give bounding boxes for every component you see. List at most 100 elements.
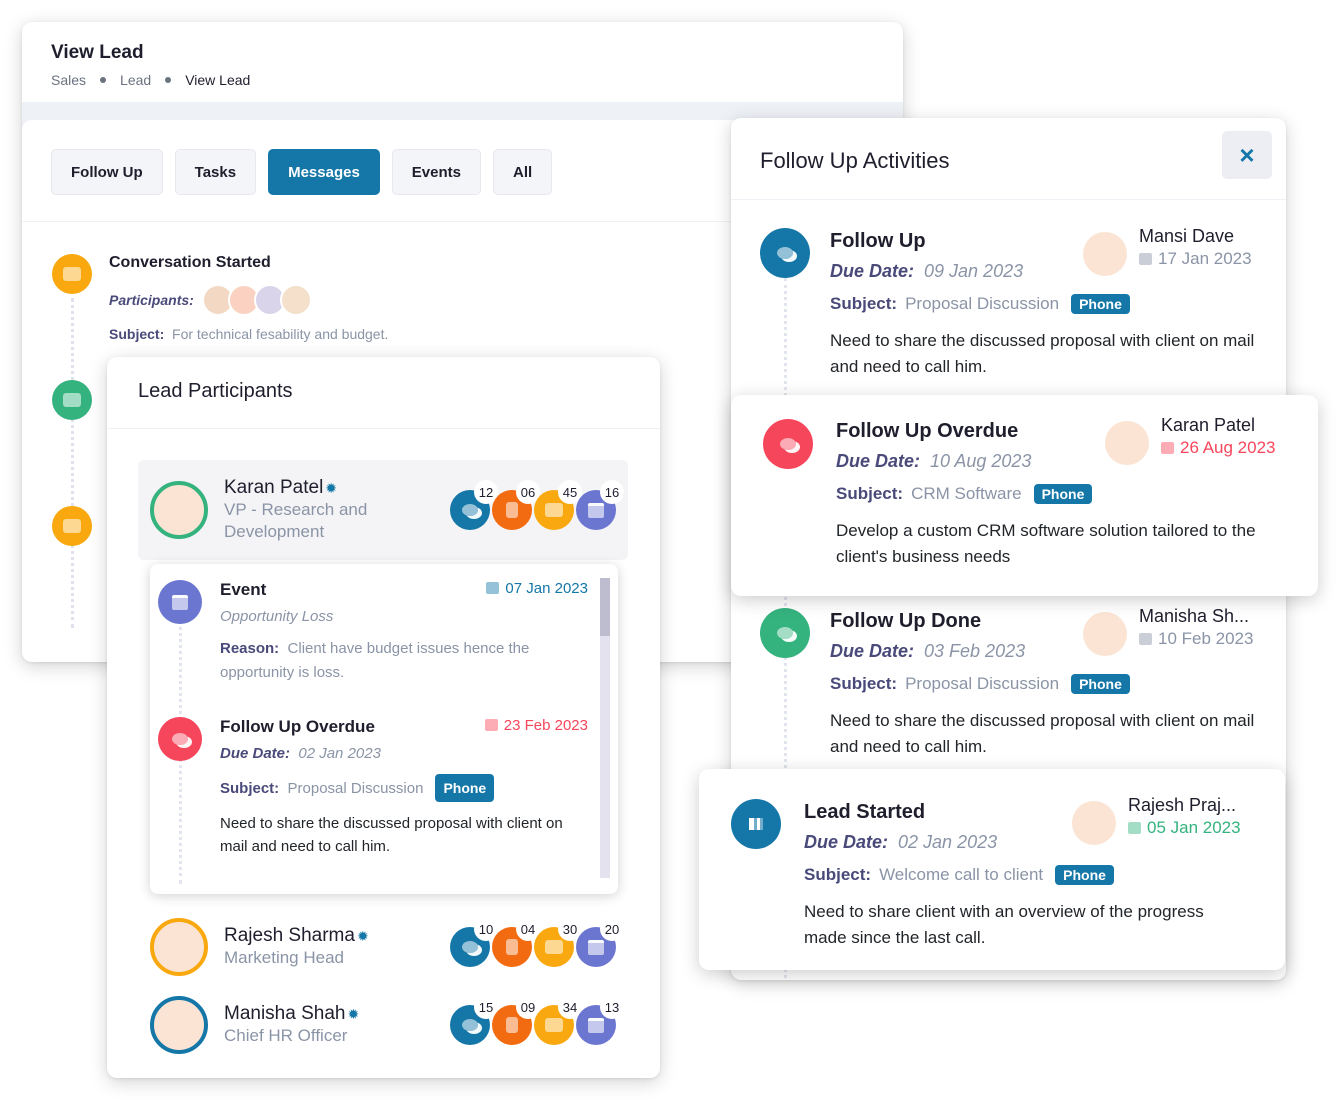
avatar [1072,801,1116,845]
close-button[interactable]: × [1222,131,1272,179]
chats-stat[interactable]: 30 [534,917,582,967]
event-date: 07 Jan 2023 [505,580,588,597]
due-date-label: Due Date: [830,641,915,661]
assignee-name: Manisha Sh... [1139,606,1250,626]
gear-icon[interactable]: ✹ [347,1006,359,1023]
close-icon: × [1239,139,1255,170]
subject-label: Subject: [830,674,898,693]
tab-messages[interactable]: Messages [268,149,380,195]
avatar [1083,612,1127,656]
chats-stat[interactable]: 34 [534,995,582,1045]
follow-up-description: Need to share client with an overview of… [804,902,1204,947]
message-icon [52,254,92,294]
subject-value: Proposal Discussion [287,780,424,797]
events-count: 20 [600,917,624,941]
calendar-icon [588,1017,604,1033]
participant-row[interactable]: Karan Patel ✹ VP - Research and Developme… [138,460,628,560]
phone-badge: Phone [1071,294,1130,314]
assignee[interactable]: Manisha Sh... 10 Feb 2023 [1083,606,1253,656]
avatar [150,996,208,1054]
participants-row: Participants: [109,284,388,316]
subject-label: Subject: [804,865,872,884]
scrollbar-thumb[interactable] [600,578,610,636]
subject-value: Proposal Discussion [905,294,1060,313]
tab-all[interactable]: All [493,149,553,195]
subject-value: Welcome call to client [879,865,1044,884]
calendar-icon [1161,442,1174,454]
participant-name: Manisha Shah [224,1003,346,1024]
tasks-stat[interactable]: 09 [492,995,540,1045]
subject-value: CRM Software [911,484,1022,503]
due-date-value: 10 Aug 2023 [930,451,1032,471]
breadcrumb-current: View Lead [185,72,251,88]
assignee-date: 26 Aug 2023 [1180,438,1276,457]
calendar-icon [1139,633,1152,645]
follow-up-description: Need to share the discussed proposal wit… [830,711,1255,756]
participant-avatars [201,284,312,316]
due-date-label: Due Date: [220,745,291,762]
gear-icon[interactable]: ✹ [325,480,337,497]
assignee[interactable]: Rajesh Praj... 05 Jan 2023 [1072,795,1241,845]
calendar-icon [588,939,604,955]
participant-row[interactable]: Rajesh Sharma ✹ Marketing Head 10 04 30 2… [138,912,628,982]
due-date-value: 02 Jan 2023 [298,745,381,762]
events-stat[interactable]: 20 [576,917,624,967]
chat-bubbles-icon [462,504,478,516]
breadcrumb-sales[interactable]: Sales [51,72,86,88]
participants-label: Participants: [109,292,194,308]
assignee-date: 10 Feb 2023 [1158,629,1254,648]
participant-stats: 10 04 30 20 [448,917,628,967]
breadcrumb-lead[interactable]: Lead [120,72,151,88]
messages-stat[interactable]: 15 [450,995,498,1045]
subject-value: Proposal Discussion [905,674,1060,693]
tab-events[interactable]: Events [391,149,481,195]
avatar [150,481,208,539]
assignee[interactable]: Karan Patel 26 Aug 2023 [1105,415,1275,465]
follow-up-description: Develop a custom CRM software solution t… [836,521,1256,566]
message-icon [545,1018,563,1032]
chat-bubbles-icon [760,228,810,278]
participant-role: VP - Research and Development [224,500,368,541]
calendar-icon [588,502,604,518]
avatar [1083,232,1127,276]
events-count: 13 [600,995,624,1019]
flag-icon [731,799,781,849]
message-icon [545,940,563,954]
calendar-icon [486,582,500,594]
follow-up-item-lead-started[interactable]: Lead Started Due Date: 02 Jan 2023 Subjec… [699,769,1285,970]
conversation-subject: Subject: For technical fesability and bu… [109,326,388,342]
participant-row[interactable]: Manisha Shah ✹ Chief HR Officer 15 09 34 … [138,990,628,1060]
participant-role: Marketing Head [224,948,345,967]
participant-name: Rajesh Sharma [224,925,355,946]
assignee-name: Karan Patel [1161,415,1256,435]
tab-follow-up[interactable]: Follow Up [51,149,163,195]
reason-label: Reason: [220,640,280,657]
lead-participants-card: Lead Participants Karan Patel ✹ VP - Rese… [107,357,660,1078]
due-date-label: Due Date: [830,261,915,281]
breadcrumb-separator [165,77,172,83]
event-icon [158,580,202,624]
tab-tasks[interactable]: Tasks [174,149,257,195]
assignee[interactable]: Mansi Dave 17 Jan 2023 [1083,226,1252,276]
subject-label: Subject: [836,484,904,503]
messages-stat[interactable]: 10 [450,917,498,967]
participant-activity-list: Event 07 Jan 2023 Opportunity Loss Reason… [150,564,618,894]
tasks-stat[interactable]: 04 [492,917,540,967]
chat-bubbles-icon [760,608,810,658]
gear-icon[interactable]: ✹ [357,928,369,945]
lead-participants-title: Lead Participants [107,357,660,429]
events-stat[interactable]: 16 [576,480,624,530]
due-date-value: 02 Jan 2023 [898,832,998,852]
avatar[interactable] [279,284,312,316]
chat-bubbles-icon [462,941,478,953]
message-icon [545,503,563,517]
follow-up-activities-title: Follow Up Activities [760,148,950,173]
messages-stat[interactable]: 12 [450,480,498,530]
subject-label: Subject: [830,294,898,313]
events-count: 16 [600,480,624,504]
chats-stat[interactable]: 45 [534,480,582,530]
scrollbar[interactable] [600,578,610,878]
follow-up-item-overdue[interactable]: Follow Up Overdue Due Date: 10 Aug 2023 S… [731,395,1318,596]
events-stat[interactable]: 13 [576,995,624,1045]
tasks-stat[interactable]: 06 [492,480,540,530]
